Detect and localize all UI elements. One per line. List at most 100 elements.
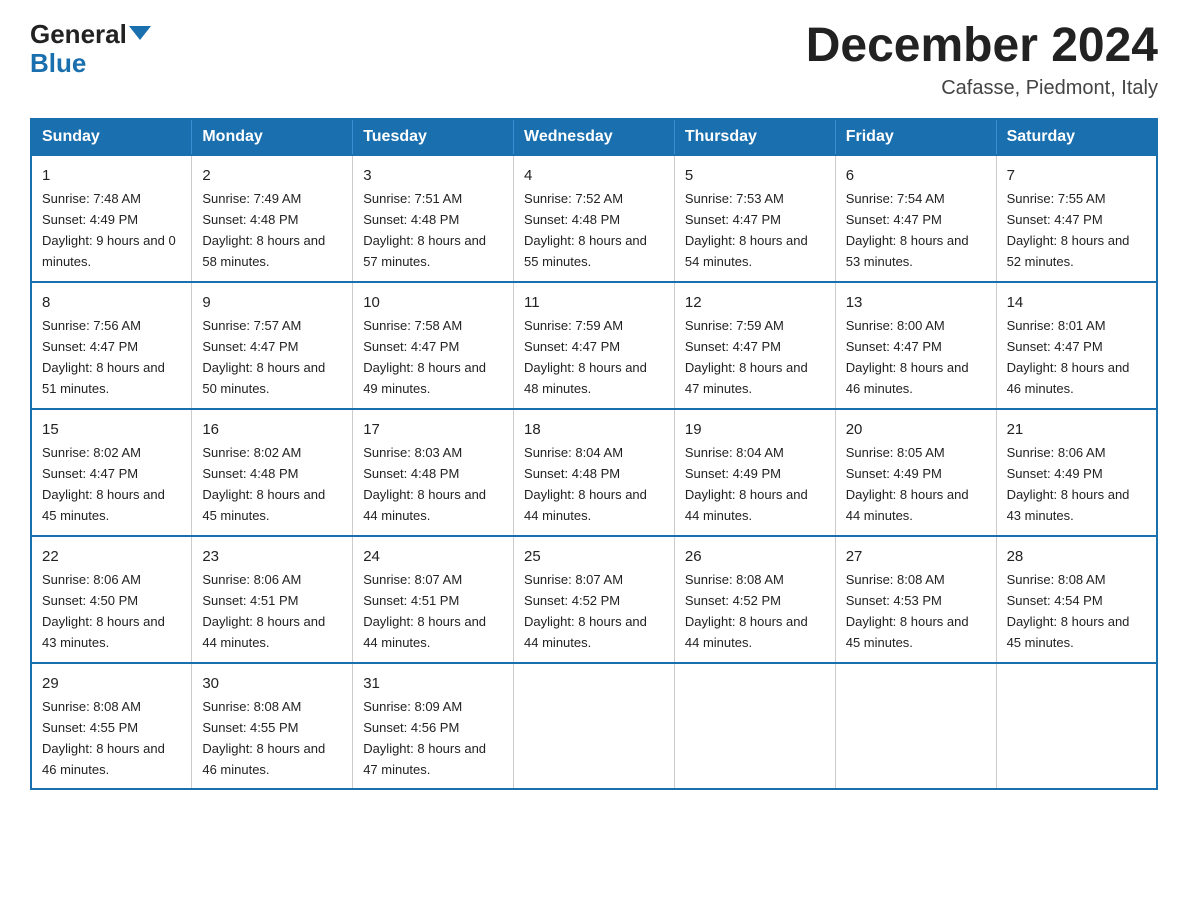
- day-number: 6: [846, 164, 986, 187]
- header-tuesday: Tuesday: [353, 119, 514, 155]
- header-thursday: Thursday: [674, 119, 835, 155]
- day-number: 15: [42, 418, 181, 441]
- day-info: Sunrise: 8:08 AMSunset: 4:55 PMDaylight:…: [42, 699, 165, 777]
- calendar-cell: [514, 663, 675, 790]
- calendar-cell: 5 Sunrise: 7:53 AMSunset: 4:47 PMDaylight…: [674, 155, 835, 282]
- day-info: Sunrise: 7:48 AMSunset: 4:49 PMDaylight:…: [42, 191, 176, 269]
- day-info: Sunrise: 8:06 AMSunset: 4:50 PMDaylight:…: [42, 572, 165, 650]
- calendar-cell: 28Sunrise: 8:08 AMSunset: 4:54 PMDayligh…: [996, 536, 1157, 663]
- day-info: Sunrise: 7:51 AMSunset: 4:48 PMDaylight:…: [363, 191, 486, 269]
- day-number: 10: [363, 291, 503, 314]
- day-info: Sunrise: 8:07 AMSunset: 4:51 PMDaylight:…: [363, 572, 486, 650]
- logo-blue-line: Blue: [30, 49, 86, 78]
- calendar-cell: 4 Sunrise: 7:52 AMSunset: 4:48 PMDaylight…: [514, 155, 675, 282]
- calendar-cell: 15 Sunrise: 8:02 AMSunset: 4:47 PMDayligh…: [31, 409, 192, 536]
- day-info: Sunrise: 7:59 AMSunset: 4:47 PMDaylight:…: [524, 318, 647, 396]
- day-number: 17: [363, 418, 503, 441]
- day-info: Sunrise: 8:06 AMSunset: 4:49 PMDaylight:…: [1007, 445, 1130, 523]
- calendar-cell: 14 Sunrise: 8:01 AMSunset: 4:47 PMDayligh…: [996, 282, 1157, 409]
- day-info: Sunrise: 8:08 AMSunset: 4:52 PMDaylight:…: [685, 572, 808, 650]
- day-info: Sunrise: 8:04 AMSunset: 4:49 PMDaylight:…: [685, 445, 808, 523]
- logo-triangle-icon: [129, 26, 151, 40]
- day-number: 5: [685, 164, 825, 187]
- header-sunday: Sunday: [31, 119, 192, 155]
- calendar-cell: 17 Sunrise: 8:03 AMSunset: 4:48 PMDayligh…: [353, 409, 514, 536]
- day-number: 31: [363, 672, 503, 695]
- day-number: 8: [42, 291, 181, 314]
- header-saturday: Saturday: [996, 119, 1157, 155]
- logo: General Blue: [30, 20, 151, 77]
- calendar-cell: 29Sunrise: 8:08 AMSunset: 4:55 PMDayligh…: [31, 663, 192, 790]
- calendar-cell: 27 Sunrise: 8:08 AMSunset: 4:53 PMDayligh…: [835, 536, 996, 663]
- calendar-cell: 31 Sunrise: 8:09 AMSunset: 4:56 PMDayligh…: [353, 663, 514, 790]
- day-number: 19: [685, 418, 825, 441]
- day-info: Sunrise: 7:49 AMSunset: 4:48 PMDaylight:…: [202, 191, 325, 269]
- calendar-week-row: 15 Sunrise: 8:02 AMSunset: 4:47 PMDayligh…: [31, 409, 1157, 536]
- day-number: 18: [524, 418, 664, 441]
- day-info: Sunrise: 7:57 AMSunset: 4:47 PMDaylight:…: [202, 318, 325, 396]
- day-number: 11: [524, 291, 664, 314]
- logo-general-line: General: [30, 20, 151, 49]
- calendar-week-row: 22 Sunrise: 8:06 AMSunset: 4:50 PMDayligh…: [31, 536, 1157, 663]
- day-number: 4: [524, 164, 664, 187]
- day-info: Sunrise: 8:03 AMSunset: 4:48 PMDaylight:…: [363, 445, 486, 523]
- calendar-cell: 18Sunrise: 8:04 AMSunset: 4:48 PMDayligh…: [514, 409, 675, 536]
- day-info: Sunrise: 8:02 AMSunset: 4:47 PMDaylight:…: [42, 445, 165, 523]
- header-monday: Monday: [192, 119, 353, 155]
- calendar-cell: 16 Sunrise: 8:02 AMSunset: 4:48 PMDayligh…: [192, 409, 353, 536]
- day-number: 2: [202, 164, 342, 187]
- calendar-cell: 26Sunrise: 8:08 AMSunset: 4:52 PMDayligh…: [674, 536, 835, 663]
- title-area: December 2024 Cafasse, Piedmont, Italy: [806, 20, 1158, 100]
- day-info: Sunrise: 8:01 AMSunset: 4:47 PMDaylight:…: [1007, 318, 1130, 396]
- header-wednesday: Wednesday: [514, 119, 675, 155]
- calendar-cell: 10 Sunrise: 7:58 AMSunset: 4:47 PMDayligh…: [353, 282, 514, 409]
- calendar-cell: 6 Sunrise: 7:54 AMSunset: 4:47 PMDaylight…: [835, 155, 996, 282]
- calendar-cell: 21Sunrise: 8:06 AMSunset: 4:49 PMDayligh…: [996, 409, 1157, 536]
- day-number: 24: [363, 545, 503, 568]
- day-info: Sunrise: 7:59 AMSunset: 4:47 PMDaylight:…: [685, 318, 808, 396]
- month-title: December 2024: [806, 20, 1158, 73]
- day-number: 7: [1007, 164, 1146, 187]
- day-info: Sunrise: 8:05 AMSunset: 4:49 PMDaylight:…: [846, 445, 969, 523]
- day-info: Sunrise: 7:58 AMSunset: 4:47 PMDaylight:…: [363, 318, 486, 396]
- calendar-cell: 25 Sunrise: 8:07 AMSunset: 4:52 PMDayligh…: [514, 536, 675, 663]
- calendar-cell: 3 Sunrise: 7:51 AMSunset: 4:48 PMDaylight…: [353, 155, 514, 282]
- day-info: Sunrise: 8:07 AMSunset: 4:52 PMDaylight:…: [524, 572, 647, 650]
- day-number: 14: [1007, 291, 1146, 314]
- calendar-cell: 20 Sunrise: 8:05 AMSunset: 4:49 PMDayligh…: [835, 409, 996, 536]
- day-info: Sunrise: 7:56 AMSunset: 4:47 PMDaylight:…: [42, 318, 165, 396]
- calendar-cell: 1Sunrise: 7:48 AMSunset: 4:49 PMDaylight…: [31, 155, 192, 282]
- day-number: 20: [846, 418, 986, 441]
- day-info: Sunrise: 8:02 AMSunset: 4:48 PMDaylight:…: [202, 445, 325, 523]
- day-number: 27: [846, 545, 986, 568]
- calendar-cell: 2 Sunrise: 7:49 AMSunset: 4:48 PMDaylight…: [192, 155, 353, 282]
- day-info: Sunrise: 7:53 AMSunset: 4:47 PMDaylight:…: [685, 191, 808, 269]
- day-number: 23: [202, 545, 342, 568]
- day-number: 30: [202, 672, 342, 695]
- header: General Blue December 2024 Cafasse, Pied…: [30, 20, 1158, 100]
- calendar-cell: [835, 663, 996, 790]
- day-info: Sunrise: 7:52 AMSunset: 4:48 PMDaylight:…: [524, 191, 647, 269]
- day-number: 22: [42, 545, 181, 568]
- calendar-cell: 19 Sunrise: 8:04 AMSunset: 4:49 PMDayligh…: [674, 409, 835, 536]
- day-number: 13: [846, 291, 986, 314]
- calendar-cell: [996, 663, 1157, 790]
- calendar-week-row: 29Sunrise: 8:08 AMSunset: 4:55 PMDayligh…: [31, 663, 1157, 790]
- day-info: Sunrise: 8:00 AMSunset: 4:47 PMDaylight:…: [846, 318, 969, 396]
- day-number: 3: [363, 164, 503, 187]
- calendar-cell: 30Sunrise: 8:08 AMSunset: 4:55 PMDayligh…: [192, 663, 353, 790]
- location-title: Cafasse, Piedmont, Italy: [806, 77, 1158, 100]
- day-number: 16: [202, 418, 342, 441]
- calendar-cell: 8 Sunrise: 7:56 AMSunset: 4:47 PMDaylight…: [31, 282, 192, 409]
- day-info: Sunrise: 8:09 AMSunset: 4:56 PMDaylight:…: [363, 699, 486, 777]
- day-info: Sunrise: 7:54 AMSunset: 4:47 PMDaylight:…: [846, 191, 969, 269]
- day-number: 25: [524, 545, 664, 568]
- calendar-cell: 24 Sunrise: 8:07 AMSunset: 4:51 PMDayligh…: [353, 536, 514, 663]
- logo-blue-text: Blue: [30, 48, 86, 78]
- day-info: Sunrise: 8:08 AMSunset: 4:53 PMDaylight:…: [846, 572, 969, 650]
- calendar-cell: [674, 663, 835, 790]
- calendar-cell: 11 Sunrise: 7:59 AMSunset: 4:47 PMDayligh…: [514, 282, 675, 409]
- calendar-cell: 13 Sunrise: 8:00 AMSunset: 4:47 PMDayligh…: [835, 282, 996, 409]
- calendar-cell: 7Sunrise: 7:55 AMSunset: 4:47 PMDaylight…: [996, 155, 1157, 282]
- day-number: 9: [202, 291, 342, 314]
